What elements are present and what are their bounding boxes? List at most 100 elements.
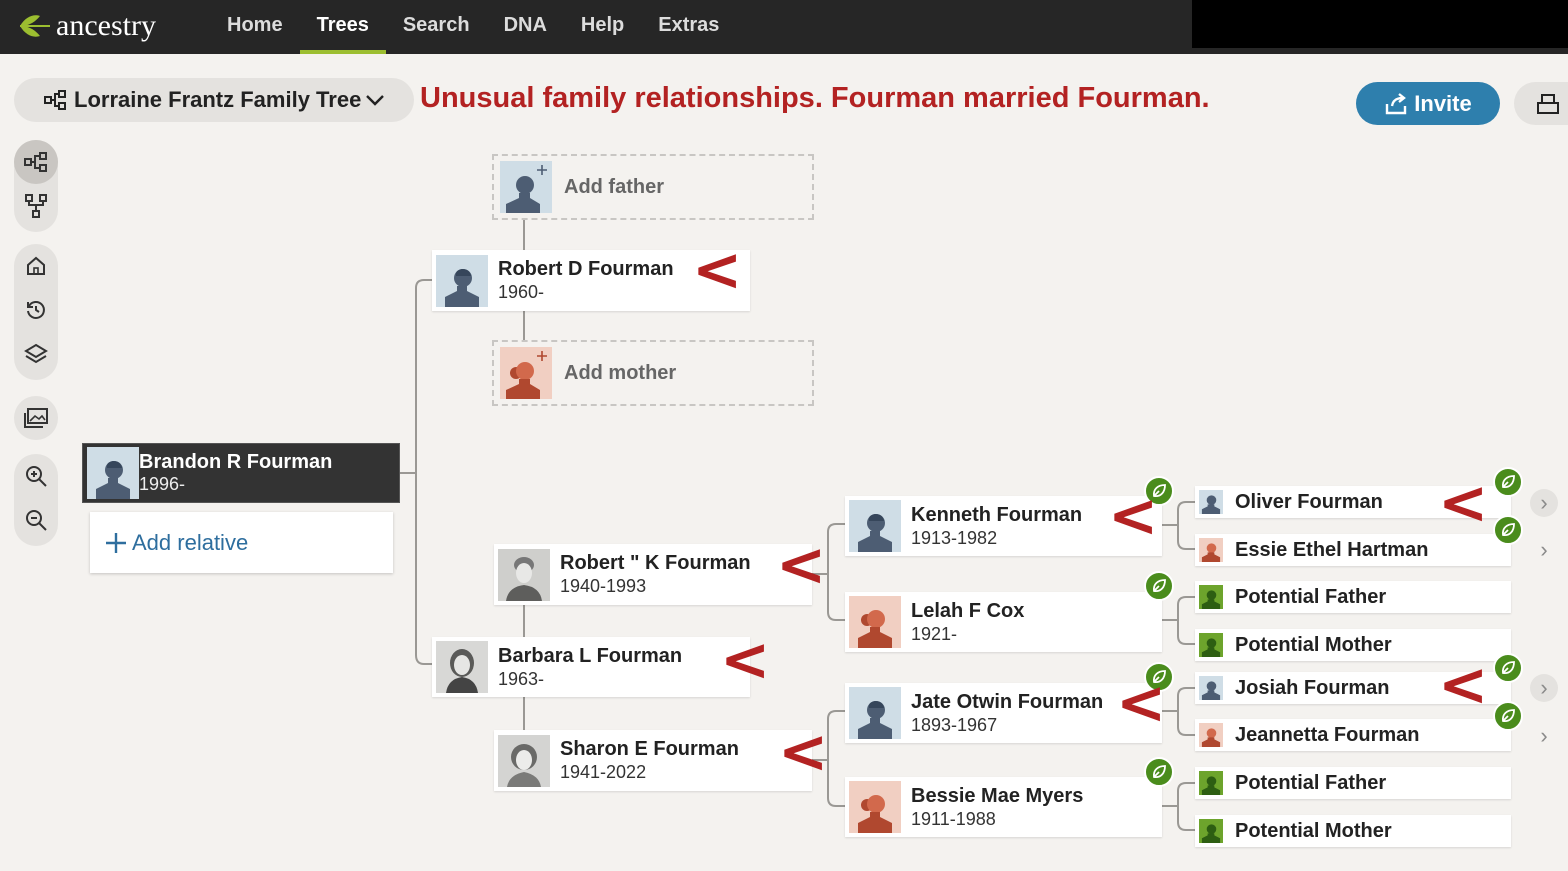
- person-dates: 1960-: [498, 282, 545, 302]
- focus-person-name: Brandon R Fourman: [139, 451, 333, 473]
- person-avatar: [849, 781, 901, 833]
- annotation-marker: <: [692, 235, 743, 305]
- person-avatar: [1199, 723, 1223, 747]
- person-dates: 1913-1982: [911, 527, 998, 548]
- add-female-icon: [506, 351, 547, 399]
- potential-mother-card-2[interactable]: Potential Mother: [1195, 815, 1511, 847]
- expand-chevron-icon[interactable]: ›: [1530, 722, 1558, 750]
- female-silhouette-icon: [1201, 728, 1221, 747]
- person-avatar: [1199, 676, 1223, 700]
- mother-placeholder-avatar: [500, 347, 552, 399]
- person-name: Bessie Mae Myers: [911, 784, 1084, 807]
- female-silhouette-icon: [858, 610, 892, 648]
- annotation-marker: <: [1108, 481, 1159, 551]
- person-name: Kenneth Fourman: [911, 503, 1083, 526]
- person-name: Potential Mother: [1235, 633, 1392, 656]
- add-relative-button[interactable]: Add relative: [90, 512, 393, 573]
- hint-leaf-icon[interactable]: [1493, 653, 1523, 683]
- annotation-marker: <: [778, 717, 829, 787]
- person-card-barbara[interactable]: Barbara L Fourman 1963-: [432, 637, 750, 697]
- male-silhouette-icon: [858, 701, 892, 739]
- female-silhouette-icon: [1201, 543, 1221, 562]
- expand-chevron-icon[interactable]: ›: [1530, 536, 1558, 564]
- female-silhouette-icon: [858, 795, 892, 833]
- annotation-marker: <: [1438, 650, 1489, 720]
- portrait-photo-icon: [436, 641, 488, 693]
- person-photo: [436, 641, 488, 693]
- male-silhouette-icon: [445, 268, 479, 307]
- person-dates: 1893-1967: [911, 714, 998, 735]
- person-avatar: [849, 687, 901, 739]
- hint-leaf-icon[interactable]: [1493, 515, 1523, 545]
- plus-icon: [106, 532, 126, 553]
- person-card-bessie[interactable]: Bessie Mae Myers 1911-1988: [845, 777, 1162, 837]
- person-card-sharon[interactable]: Sharon E Fourman 1941-2022: [494, 730, 812, 791]
- male-silhouette-icon: [1201, 681, 1221, 700]
- leaf-person-icon: [1201, 638, 1221, 657]
- potential-father-card-1[interactable]: Potential Father: [1195, 581, 1511, 613]
- potential-person-icon: [1199, 585, 1223, 609]
- person-name: Robert D Fourman: [498, 258, 674, 280]
- person-avatar: [87, 447, 139, 499]
- person-dates: 1911-1988: [911, 808, 996, 829]
- male-silhouette-icon: [1201, 495, 1221, 514]
- person-name: Josiah Fourman: [1235, 676, 1390, 699]
- hint-leaf-icon[interactable]: [1144, 757, 1174, 787]
- person-avatar: [849, 596, 901, 648]
- hint-leaf-icon[interactable]: [1493, 701, 1523, 731]
- person-avatar: [849, 500, 901, 552]
- potential-person-icon: [1199, 633, 1223, 657]
- annotation-marker: <: [1438, 468, 1489, 538]
- person-dates: 1963-: [498, 668, 545, 689]
- potential-person-icon: [1199, 771, 1223, 795]
- add-mother-label: Add mother: [564, 361, 677, 384]
- leaf-person-icon: [1201, 590, 1221, 609]
- person-card-jate[interactable]: Jate Otwin Fourman 1893-1967: [845, 683, 1162, 743]
- person-avatar: [1199, 490, 1223, 514]
- hint-leaf-icon[interactable]: [1144, 571, 1174, 601]
- person-name: Potential Mother: [1235, 819, 1392, 842]
- person-dates: 1940-1993: [560, 576, 647, 596]
- hint-leaf-icon[interactable]: [1493, 467, 1523, 497]
- annotation-marker: <: [776, 530, 827, 600]
- person-dates: 1941-2022: [560, 762, 647, 782]
- add-male-icon: [506, 165, 547, 213]
- add-mother-slot[interactable]: Add mother: [492, 340, 814, 406]
- person-name: Essie Ethel Hartman: [1235, 538, 1429, 561]
- person-name: Jate Otwin Fourman: [911, 690, 1104, 713]
- person-name: Potential Father: [1235, 771, 1387, 794]
- person-photo: [498, 734, 550, 787]
- person-card-robert-k[interactable]: Robert " K Fourman 1940-1993: [494, 544, 812, 605]
- person-avatar: [1199, 538, 1223, 562]
- person-card-jeannetta[interactable]: Jeannetta Fourman: [1195, 719, 1511, 751]
- person-name: Potential Father: [1235, 585, 1387, 608]
- focus-person-card[interactable]: Brandon R Fourman 1996-: [82, 443, 400, 503]
- expand-chevron-icon[interactable]: ›: [1530, 489, 1558, 517]
- person-name: Jeannetta Fourman: [1235, 723, 1420, 746]
- add-father-slot[interactable]: Add father: [492, 154, 814, 220]
- annotation-marker: <: [720, 625, 771, 695]
- portrait-photo-icon: [498, 734, 550, 787]
- person-name: Robert " K Fourman: [560, 552, 751, 574]
- person-name: Oliver Fourman: [1235, 490, 1383, 513]
- person-card-essie[interactable]: Essie Ethel Hartman: [1195, 534, 1511, 566]
- person-name: Barbara L Fourman: [498, 644, 683, 667]
- expand-chevron-icon[interactable]: ›: [1530, 674, 1558, 702]
- father-placeholder-avatar: [500, 161, 552, 213]
- person-avatar: [436, 254, 488, 307]
- add-relative-label: Add relative: [132, 529, 249, 555]
- person-dates: 1921-: [911, 623, 958, 644]
- annotation-marker: <: [1116, 668, 1167, 738]
- leaf-person-icon: [1201, 776, 1221, 795]
- portrait-photo-icon: [498, 548, 550, 601]
- person-card-lelah[interactable]: Lelah F Cox 1921-: [845, 592, 1162, 652]
- potential-father-card-2[interactable]: Potential Father: [1195, 767, 1511, 799]
- leaf-person-icon: [1201, 824, 1221, 843]
- male-silhouette-icon: [858, 514, 892, 552]
- potential-person-icon: [1199, 819, 1223, 843]
- person-photo: [498, 548, 550, 601]
- person-name: Sharon E Fourman: [560, 738, 739, 760]
- add-father-label: Add father: [564, 175, 664, 198]
- male-silhouette-icon: [96, 461, 130, 499]
- person-name: Lelah F Cox: [911, 599, 1025, 622]
